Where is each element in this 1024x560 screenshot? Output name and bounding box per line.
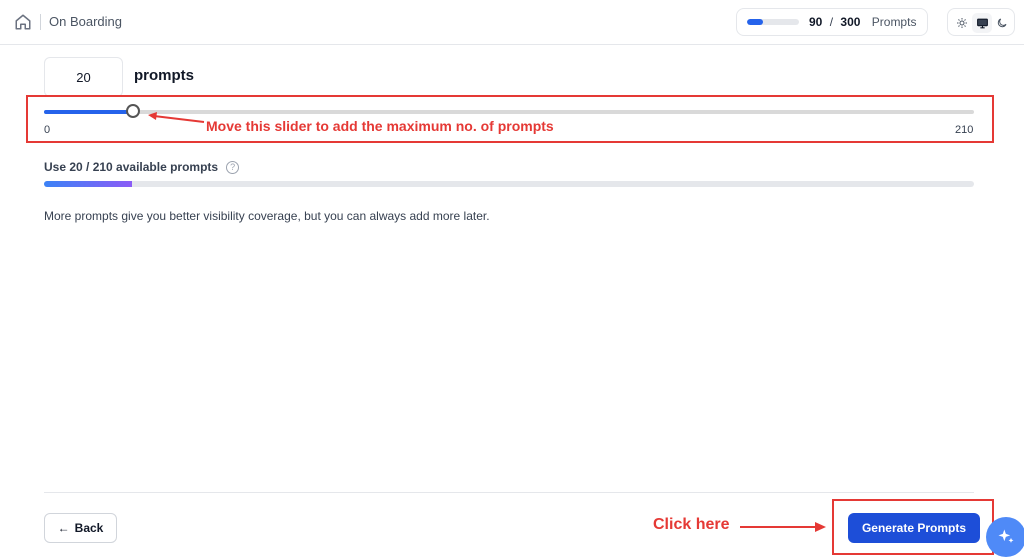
sparkle-icon xyxy=(998,529,1014,543)
click-here-annotation: Click here xyxy=(653,516,730,533)
monitor-icon xyxy=(976,18,988,28)
footer-divider xyxy=(44,492,974,493)
theme-switcher xyxy=(947,8,1015,36)
slider-min-label: 0 xyxy=(44,124,51,136)
help-icon[interactable]: ? xyxy=(226,160,240,174)
available-prompts-fill xyxy=(44,181,133,187)
usage-total: 300 xyxy=(840,15,861,29)
usage-progress-track xyxy=(747,19,799,25)
slider-annotation-text: Move this slider to add the maximum no. … xyxy=(206,118,554,134)
slider-max-label: 210 xyxy=(955,124,974,136)
usage-progress-fill xyxy=(747,19,763,25)
available-prompts-label: Use 20 / 210 available prompts ? xyxy=(44,160,240,174)
prompt-slider-fill xyxy=(44,110,133,114)
usage-separator: / xyxy=(829,15,834,29)
usage-used: 90 xyxy=(809,15,823,29)
prompt-slider-thumb[interactable] xyxy=(125,104,140,118)
breadcrumb-divider xyxy=(40,14,41,30)
moon-icon xyxy=(997,18,1007,28)
slider-annotation-arrow-icon xyxy=(148,112,205,123)
available-prompts-text: Use 20 / 210 available prompts xyxy=(44,160,219,174)
top-bar: On Boarding 90 / 300 Prompts xyxy=(0,0,1024,45)
back-arrow-icon: ← xyxy=(57,521,70,535)
prompt-usage-indicator: 90 / 300 Prompts xyxy=(736,8,928,36)
prompt-count-unit: prompts xyxy=(134,67,194,84)
home-icon[interactable] xyxy=(14,13,32,31)
prompt-count-input[interactable]: 20 xyxy=(44,57,123,97)
sun-icon xyxy=(957,18,967,28)
generate-prompts-button[interactable]: Generate Prompts xyxy=(848,513,980,543)
back-button[interactable]: ← Back xyxy=(44,513,117,543)
usage-label: Prompts xyxy=(871,15,917,29)
theme-dark-button[interactable] xyxy=(992,13,1012,33)
ai-assistant-button[interactable] xyxy=(986,517,1024,557)
theme-light-button[interactable] xyxy=(952,13,972,33)
click-annotation-arrow-icon xyxy=(740,522,826,532)
usage-text: 90 / 300 Prompts xyxy=(809,15,916,29)
coverage-info-text: More prompts give you better visibility … xyxy=(44,209,490,223)
back-button-label: Back xyxy=(74,521,104,535)
available-prompts-bar xyxy=(44,181,974,187)
breadcrumb-onboarding[interactable]: On Boarding xyxy=(49,14,122,29)
theme-system-button[interactable] xyxy=(972,13,992,33)
